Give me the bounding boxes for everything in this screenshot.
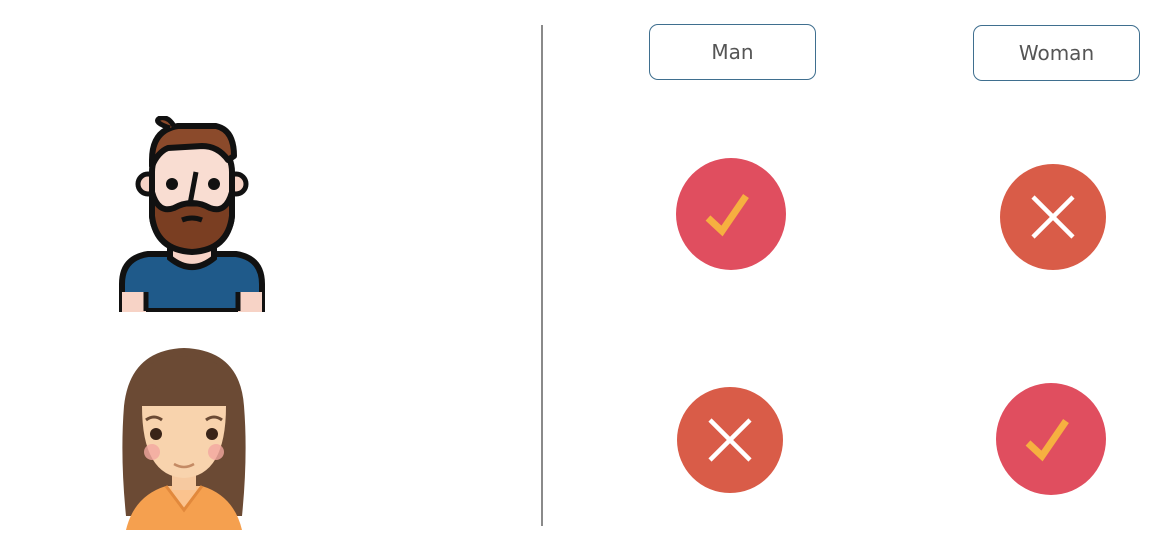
check-icon xyxy=(996,383,1106,495)
woman-avatar xyxy=(116,346,252,530)
check-icon xyxy=(676,158,786,270)
man-avatar xyxy=(118,116,266,312)
woman-button[interactable]: Woman xyxy=(973,25,1140,81)
result-man-man xyxy=(676,158,786,270)
woman-button-label: Woman xyxy=(1018,41,1095,65)
man-button-label: Man xyxy=(711,40,754,64)
cross-icon xyxy=(1000,164,1106,270)
column-divider xyxy=(541,25,543,526)
result-woman-man xyxy=(677,387,783,493)
man-with-beard-icon xyxy=(119,116,265,312)
result-man-woman xyxy=(1000,164,1106,270)
result-woman-woman xyxy=(996,383,1106,495)
cross-icon xyxy=(677,387,783,493)
woman-with-long-hair-icon xyxy=(122,348,246,530)
man-button[interactable]: Man xyxy=(649,24,816,80)
